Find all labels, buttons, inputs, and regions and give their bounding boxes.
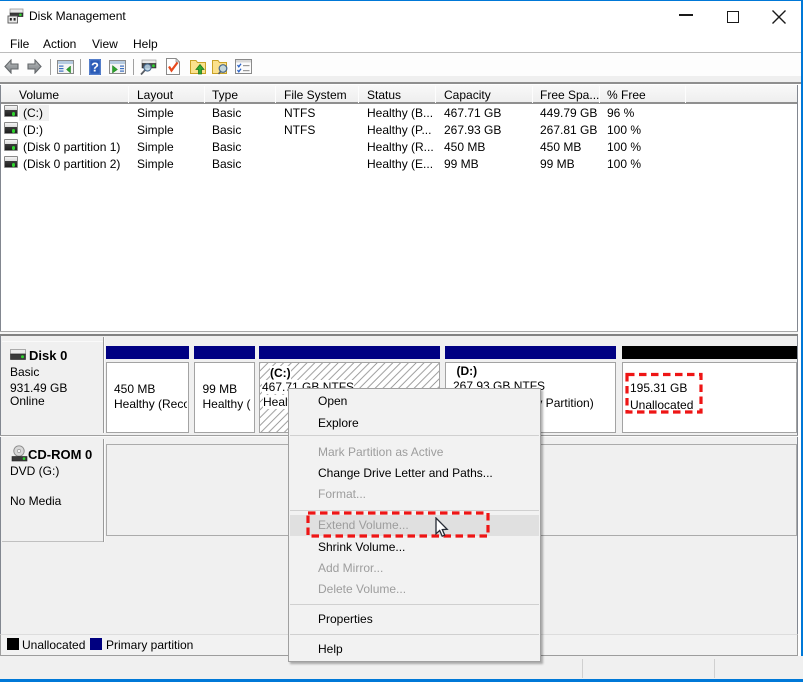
svg-text:?: ? bbox=[91, 60, 99, 75]
